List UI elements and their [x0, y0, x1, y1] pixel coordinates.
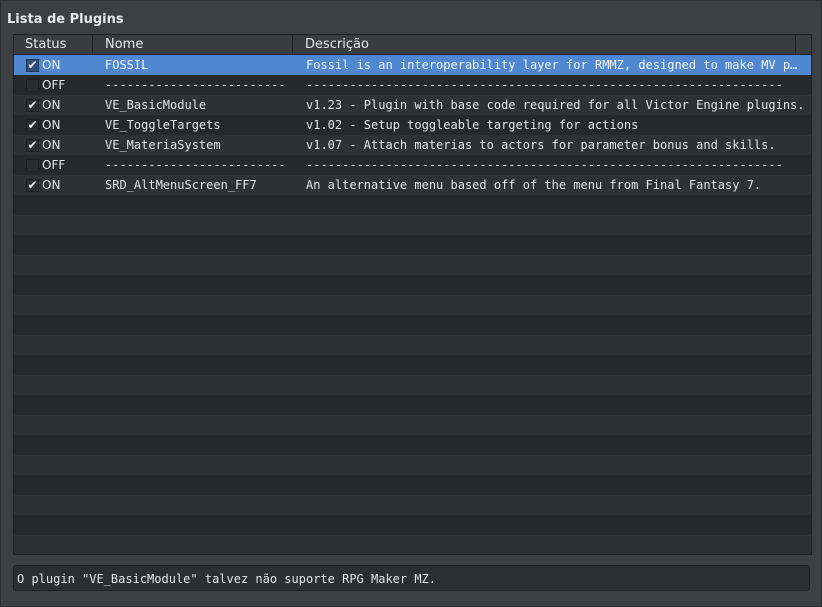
- status-cell[interactable]: ✔ ON: [14, 118, 93, 132]
- status-label: ON: [42, 178, 61, 192]
- table-row-empty: [14, 295, 811, 315]
- table-row-empty: [14, 395, 811, 415]
- plugin-name: FOSSIL: [105, 58, 149, 72]
- status-cell[interactable]: ✔ ON: [14, 178, 93, 192]
- table-row-empty: [14, 435, 811, 455]
- status-cell[interactable]: ✔ ON: [14, 58, 93, 72]
- panel-title: Lista de Plugins: [7, 12, 124, 27]
- plugin-name: -------------------------: [105, 158, 286, 172]
- status-cell[interactable]: ✔ ON: [14, 138, 93, 152]
- table-row-empty: [14, 215, 811, 235]
- status-label: OFF: [42, 78, 66, 92]
- table-row[interactable]: OFF ------------------------- ------------…: [14, 155, 811, 175]
- enable-checkbox[interactable]: ✔: [26, 137, 39, 152]
- checkmark-icon: ✔: [27, 57, 38, 72]
- table-row-empty: [14, 455, 811, 475]
- enable-checkbox[interactable]: ✔: [26, 177, 39, 192]
- status-label: ON: [42, 58, 61, 72]
- table-row-empty: [14, 315, 811, 335]
- table-row[interactable]: OFF ------------------------- ------------…: [14, 75, 811, 95]
- table-row-empty: [14, 475, 811, 495]
- plugin-description: ----------------------------------------…: [306, 158, 783, 172]
- table-row-empty: [14, 275, 811, 295]
- enable-checkbox[interactable]: ✔: [26, 97, 39, 112]
- plugin-description: An alternative menu based off of the men…: [306, 178, 762, 192]
- plugin-name: -------------------------: [105, 78, 286, 92]
- table-row[interactable]: ✔ ON VE_BasicModule v1.23 - Plugin with bas…: [14, 95, 811, 115]
- table-header: Status Nome Descrição: [14, 35, 811, 55]
- checkmark-icon: ✔: [27, 97, 38, 112]
- plugin-description: Fossil is an interoperability layer for …: [306, 58, 798, 72]
- table-row-empty: [14, 255, 811, 275]
- checkmark-icon: ✔: [27, 137, 38, 152]
- table-row[interactable]: ✔ ON VE_MateriaSystem v1.07 - Attach materi…: [14, 135, 811, 155]
- plugin-description: v1.02 - Setup toggleable targeting for a…: [306, 118, 639, 132]
- status-label: ON: [42, 98, 61, 112]
- table-row-empty: [14, 335, 811, 355]
- plugin-description: v1.23 - Plugin with base code required f…: [306, 98, 805, 112]
- table-row[interactable]: ✔ ON FOSSIL Fossil is an interoperability l…: [14, 55, 811, 75]
- enable-checkbox[interactable]: [26, 78, 39, 92]
- enable-checkbox[interactable]: ✔: [26, 117, 39, 132]
- plugin-manager-window: Lista de Plugins Status Nome Descrição ✔…: [0, 0, 822, 607]
- column-header-description[interactable]: Descrição: [293, 35, 796, 54]
- table-row-empty: [14, 415, 811, 435]
- status-cell[interactable]: OFF: [14, 78, 93, 92]
- status-label: ON: [42, 138, 61, 152]
- checkmark-icon: ✔: [27, 177, 38, 192]
- table-body: ✔ ON FOSSIL Fossil is an interoperability l…: [14, 55, 811, 554]
- plugin-name: VE_BasicModule: [105, 98, 207, 112]
- table-row-empty: [14, 195, 811, 215]
- status-cell[interactable]: ✔ ON: [14, 98, 93, 112]
- table-row-empty: [14, 495, 811, 515]
- table-row-empty: [14, 355, 811, 375]
- status-label: ON: [42, 118, 61, 132]
- plugin-table[interactable]: Status Nome Descrição ✔ ON FOSSIL Fossil is…: [13, 34, 812, 555]
- column-header-spacer: [796, 35, 811, 54]
- table-row-empty: [14, 375, 811, 395]
- table-row-empty: [14, 515, 811, 535]
- plugin-name: VE_MateriaSystem: [105, 138, 221, 152]
- plugin-name: SRD_AltMenuScreen_FF7: [105, 178, 257, 192]
- table-row-empty: [14, 235, 811, 255]
- table-row[interactable]: ✔ ON VE_ToggleTargets v1.02 - Setup togglea…: [14, 115, 811, 135]
- column-header-status[interactable]: Status: [14, 35, 93, 54]
- status-label: OFF: [42, 158, 66, 172]
- status-bar: O plugin "VE_BasicModule" talvez não sup…: [13, 565, 810, 591]
- table-row-empty: [14, 535, 811, 554]
- column-header-name[interactable]: Nome: [93, 35, 293, 54]
- checkmark-icon: ✔: [27, 117, 38, 132]
- enable-checkbox[interactable]: ✔: [26, 57, 39, 72]
- plugin-description: ----------------------------------------…: [306, 78, 783, 92]
- table-row[interactable]: ✔ ON SRD_AltMenuScreen_FF7 An alternative m…: [14, 175, 811, 195]
- plugin-name: VE_ToggleTargets: [105, 118, 221, 132]
- status-cell[interactable]: OFF: [14, 158, 93, 172]
- enable-checkbox[interactable]: [26, 158, 39, 172]
- plugin-description: v1.07 - Attach materias to actors for pa…: [306, 138, 776, 152]
